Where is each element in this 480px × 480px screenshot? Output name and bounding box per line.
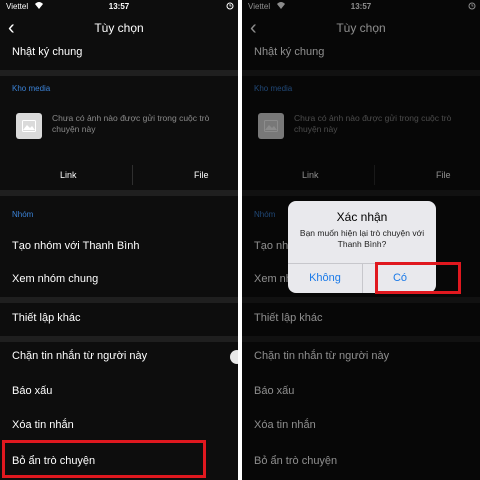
- row-create-group[interactable]: Tạo nhóm với Thanh Bình: [12, 240, 238, 252]
- tab-divider: [132, 165, 133, 185]
- row-common-groups[interactable]: Xem nhóm chung: [12, 273, 238, 285]
- alarm-icon: [226, 2, 234, 12]
- section-divider: [0, 190, 238, 196]
- section-divider: [0, 70, 238, 76]
- row-shared-log[interactable]: Nhật ký chung: [12, 46, 238, 58]
- highlight-box: [375, 262, 461, 294]
- block-toggle-switch[interactable]: [230, 350, 238, 364]
- section-title-group: Nhóm: [12, 210, 34, 219]
- media-empty-text: Chưa có ảnh nào được gửi trong cuộc trò …: [52, 113, 210, 134]
- nav-bar: ‹ Tùy chọn: [0, 14, 238, 44]
- tab-link[interactable]: Link: [60, 170, 77, 180]
- row-other-settings[interactable]: Thiết lập khác: [12, 312, 238, 324]
- page-title: Tùy chọn: [94, 21, 144, 35]
- section-divider: [0, 336, 238, 342]
- status-bar: Viettel 13:57: [0, 0, 238, 14]
- phone-screen-left: Viettel 13:57 ‹ Tùy chọn Nhật ký chung K…: [0, 0, 238, 480]
- row-report[interactable]: Báo xấu: [12, 385, 238, 397]
- dialog-no-button[interactable]: Không: [288, 264, 362, 293]
- tab-file[interactable]: File: [194, 170, 209, 180]
- status-time: 13:57: [108, 2, 130, 11]
- phone-screen-right: Viettel 13:57 ‹ Tùy chọn Nhật ký chung K…: [242, 0, 480, 480]
- dialog-message: Bạn muốn hiện lại trò chuyện với Thanh B…: [299, 228, 425, 249]
- row-delete-messages[interactable]: Xóa tin nhắn: [12, 419, 238, 431]
- image-placeholder-icon: [16, 113, 42, 139]
- section-title-media: Kho media: [12, 84, 51, 93]
- section-divider: [0, 297, 238, 303]
- highlight-box: [2, 440, 206, 478]
- dialog-title: Xác nhận: [336, 210, 388, 224]
- row-block-messages[interactable]: Chặn tin nhắn từ người này: [12, 350, 238, 362]
